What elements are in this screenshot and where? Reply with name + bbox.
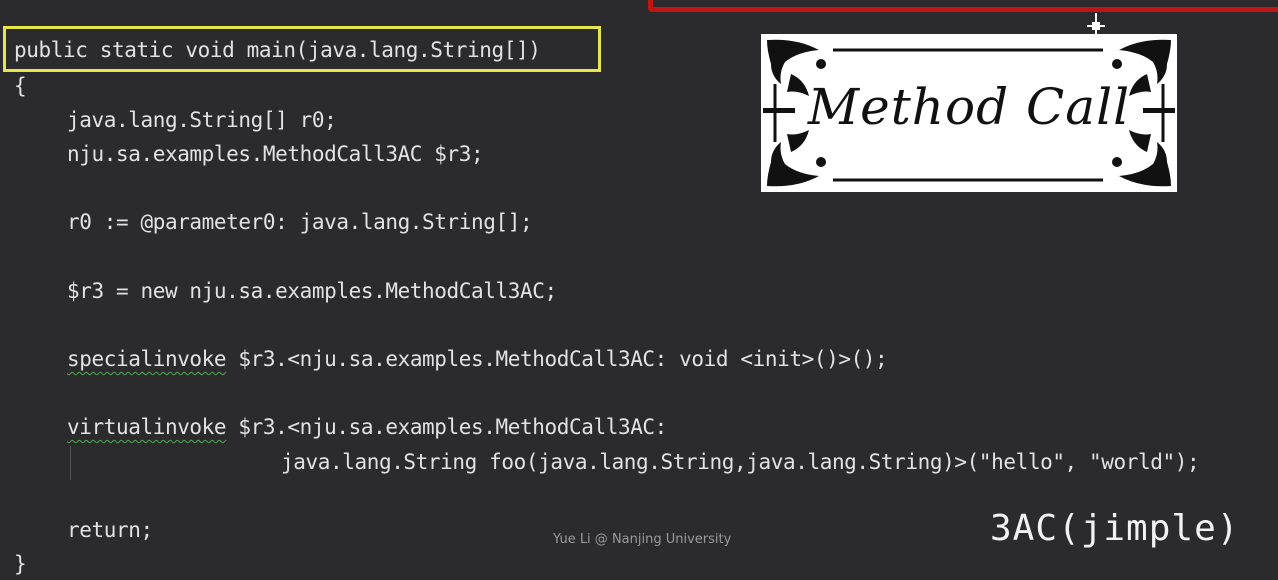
- author-watermark: Yue Li @ Nanjing University: [553, 532, 732, 547]
- indent-guide: [70, 446, 71, 480]
- close-brace: }: [14, 552, 27, 576]
- red-frame-edge: [648, 0, 1278, 12]
- move-cursor-icon: [1087, 13, 1105, 35]
- return-line: return;: [67, 518, 153, 542]
- new-object-line: $r3 = new nju.sa.examples.MethodCall3AC;: [67, 279, 557, 303]
- virtualinvoke-receiver: $r3.<nju.sa.examples.MethodCall3AC:: [226, 415, 667, 439]
- virtualinvoke-keyword: virtualinvoke: [67, 415, 227, 439]
- virtualinvoke-line: virtualinvoke $r3.<nju.sa.examples.Metho…: [67, 413, 667, 441]
- open-brace: {: [14, 74, 27, 98]
- three-address-code-label: 3AC(jimple): [990, 508, 1240, 549]
- specialinvoke-keyword: specialinvoke: [67, 347, 227, 371]
- local-decl-r0: java.lang.String[] r0;: [67, 108, 337, 132]
- method-call-title: Method Call: [807, 78, 1131, 136]
- specialinvoke-args: $r3.<nju.sa.examples.MethodCall3AC: void…: [226, 347, 888, 371]
- virtualinvoke-continuation: java.lang.String foo(java.lang.String,ja…: [281, 450, 1200, 474]
- method-signature: public static void main(java.lang.String…: [14, 38, 541, 62]
- param-assign-line: r0 := @parameter0: java.lang.String[];: [67, 210, 533, 234]
- method-call-title-card: Method Call: [761, 34, 1177, 192]
- local-decl-r3: nju.sa.examples.MethodCall3AC $r3;: [67, 142, 484, 166]
- specialinvoke-line: specialinvoke $r3.<nju.sa.examples.Metho…: [67, 345, 888, 373]
